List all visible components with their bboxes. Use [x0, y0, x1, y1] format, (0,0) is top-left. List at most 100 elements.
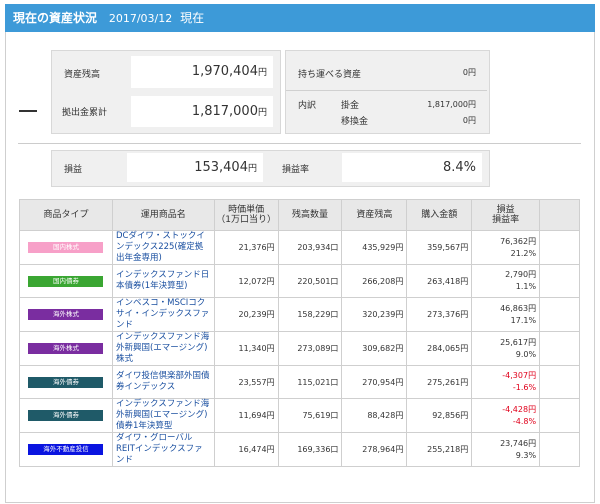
- table-row: 海外株式 インベスコ・MSCIコクサイ・インデックスファンド 20,239円 158,…: [19, 297, 580, 332]
- type-cell: 海外債券: [19, 398, 113, 433]
- purchase-cell: 92,856円: [406, 398, 473, 433]
- profit-amount: 2,790円: [505, 270, 537, 279]
- table-row: 国内株式 DCダイワ・ストックインデックス225(確定拠出年金専用) 21,376円…: [19, 230, 580, 265]
- profit-rate: 21.2%: [510, 248, 537, 258]
- type-badge: 海外株式: [28, 343, 104, 354]
- profit-cell: 23,746円 9.3%: [471, 432, 541, 467]
- table-row: 海外債券 ダイワ投信倶楽部外国債券インデックス 23,557円 115,021口 270…: [19, 365, 580, 399]
- quantity-cell: 115,021口: [277, 365, 343, 399]
- quantity-cell: 273,089口: [277, 331, 343, 366]
- table-row: 海外不動産投信 ダイワ・グローバルREITインデックスファンド 16,474円 169…: [19, 432, 580, 467]
- type-badge: 海外債券: [28, 410, 104, 421]
- profit-value: 153,404円: [127, 153, 263, 182]
- balance-cell: 270,954円: [341, 365, 408, 399]
- table-header-row: 商品タイプ 運用商品名 時価単価 （1万口当り） 残高数量 資産残高 購入金額 …: [19, 199, 580, 231]
- fund-name-link[interactable]: インデックスファンド日本債券(1年決算型): [111, 264, 215, 298]
- unit-price-cell: 12,072円: [213, 264, 279, 298]
- unit-price-cell: 23,557円: [213, 365, 279, 399]
- profit-rate: 9.3%: [515, 450, 537, 460]
- profit-rate-label: 損益率: [282, 165, 310, 175]
- fund-name-link[interactable]: インデックスファンド海外新興国(エマージング)債券1年決算型: [111, 398, 215, 433]
- profit-rate-value: 8.4%: [342, 153, 482, 182]
- col-profit: 損益 損益率: [471, 199, 541, 231]
- purchase-cell: 275,261円: [406, 365, 473, 399]
- col-quantity: 残高数量: [277, 199, 343, 231]
- balance-cell: 266,208円: [341, 264, 408, 298]
- profit-cell: 46,863円 17.1%: [471, 297, 541, 332]
- profit-cell: 76,362円 21.2%: [471, 230, 541, 265]
- fund-name-link[interactable]: ダイワ投信倶楽部外国債券インデックス: [111, 365, 215, 399]
- balance-cell: 88,428円: [341, 398, 408, 433]
- profit-amount: 23,746円: [500, 438, 537, 448]
- balance-cell: 309,682円: [341, 331, 408, 366]
- profit-rate: -1.6%: [512, 383, 537, 392]
- profit-rate: -4.8%: [512, 416, 537, 426]
- dash-separator: [19, 110, 37, 112]
- breakdown-divider: [286, 90, 487, 91]
- empty-cell: [539, 432, 580, 467]
- kakekin-label: 掛金: [341, 101, 360, 111]
- profit-amount: -4,307円: [502, 371, 537, 380]
- type-cell: 国内債券: [19, 264, 113, 298]
- table-row: 海外株式 インデックスファンド海外新興国(エマージング)株式 11,340円 273,…: [19, 331, 580, 366]
- quantity-cell: 169,336口: [277, 432, 343, 467]
- purchase-cell: 255,218円: [406, 432, 473, 467]
- quantity-cell: 75,619口: [277, 398, 343, 433]
- section-header: 現在の資産状況 2017/03/12 現在: [5, 4, 595, 32]
- portable-asset-label: 持ち運べる資産: [298, 70, 362, 80]
- fund-name-link[interactable]: ダイワ・グローバルREITインデックスファンド: [111, 432, 215, 467]
- type-cell: 海外不動産投信: [19, 432, 113, 467]
- balance-cell: 320,239円: [341, 297, 408, 332]
- col-balance: 資産残高: [341, 199, 408, 231]
- profit-label: 損益: [64, 165, 83, 175]
- quantity-cell: 203,934口: [277, 230, 343, 265]
- fund-name-link[interactable]: インベスコ・MSCIコクサイ・インデックスファンド: [111, 297, 215, 332]
- kakekin-value: 1,817,000円: [427, 100, 476, 109]
- purchase-cell: 284,065円: [406, 331, 473, 366]
- empty-cell: [539, 331, 580, 366]
- profit-cell: 2,790円 1.1%: [471, 264, 541, 298]
- fund-name-link[interactable]: DCダイワ・ストックインデックス225(確定拠出年金専用): [111, 230, 215, 265]
- type-cell: 国内株式: [19, 230, 113, 265]
- col-empty: [539, 199, 580, 231]
- table-row: 国内債券 インデックスファンド日本債券(1年決算型) 12,072円 220,501口…: [19, 264, 580, 298]
- profit-amount: 46,863円: [500, 303, 537, 313]
- as-of-date: 2017/03/12: [108, 12, 173, 25]
- type-badge: 海外株式: [28, 309, 104, 320]
- profit-cell: -4,307円 -1.6%: [471, 365, 541, 399]
- type-badge: 海外債券: [28, 376, 104, 388]
- balance-cell: 435,929円: [341, 230, 408, 265]
- unit-price-cell: 11,694円: [213, 398, 279, 433]
- col-name: 運用商品名: [111, 199, 215, 231]
- empty-cell: [539, 264, 580, 298]
- col-purchase: 購入金額: [406, 199, 473, 231]
- table-row: 海外債券 インデックスファンド海外新興国(エマージング)債券1年決算型 11,694…: [19, 398, 580, 433]
- as-of-label: 現在: [180, 11, 205, 25]
- profit-cell: 25,617円 9.0%: [471, 331, 541, 366]
- breakdown-label: 内訳: [298, 101, 317, 111]
- empty-cell: [539, 398, 580, 433]
- quantity-cell: 220,501口: [277, 264, 343, 298]
- unit-price-cell: 16,474円: [213, 432, 279, 467]
- balance-cell: 278,964円: [341, 432, 408, 467]
- profit-amount: 25,617円: [500, 337, 537, 347]
- profit-amount: 76,362円: [500, 236, 537, 246]
- type-cell: 海外株式: [19, 297, 113, 332]
- unit-price-cell: 20,239円: [213, 297, 279, 332]
- type-badge: 国内債券: [28, 275, 104, 287]
- transfer-label: 移換金: [341, 117, 369, 127]
- profit-cell: -4,428円 -4.8%: [471, 398, 541, 433]
- holdings-table: 商品タイプ 運用商品名 時価単価 （1万口当り） 残高数量 資産残高 購入金額 …: [19, 199, 580, 467]
- unit-price-cell: 11,340円: [213, 331, 279, 366]
- col-unit-price: 時価単価 （1万口当り）: [213, 199, 279, 231]
- purchase-cell: 273,376円: [406, 297, 473, 332]
- fund-name-link[interactable]: インデックスファンド海外新興国(エマージング)株式: [111, 331, 215, 366]
- contribution-total-label: 拠出金累計: [62, 108, 108, 118]
- quantity-cell: 158,229口: [277, 297, 343, 332]
- asset-balance-value: 1,970,404円: [131, 56, 273, 88]
- col-type: 商品タイプ: [19, 199, 113, 231]
- unit-price-cell: 21,376円: [213, 230, 279, 265]
- empty-cell: [539, 297, 580, 332]
- purchase-cell: 263,418円: [406, 264, 473, 298]
- divider: [18, 143, 581, 144]
